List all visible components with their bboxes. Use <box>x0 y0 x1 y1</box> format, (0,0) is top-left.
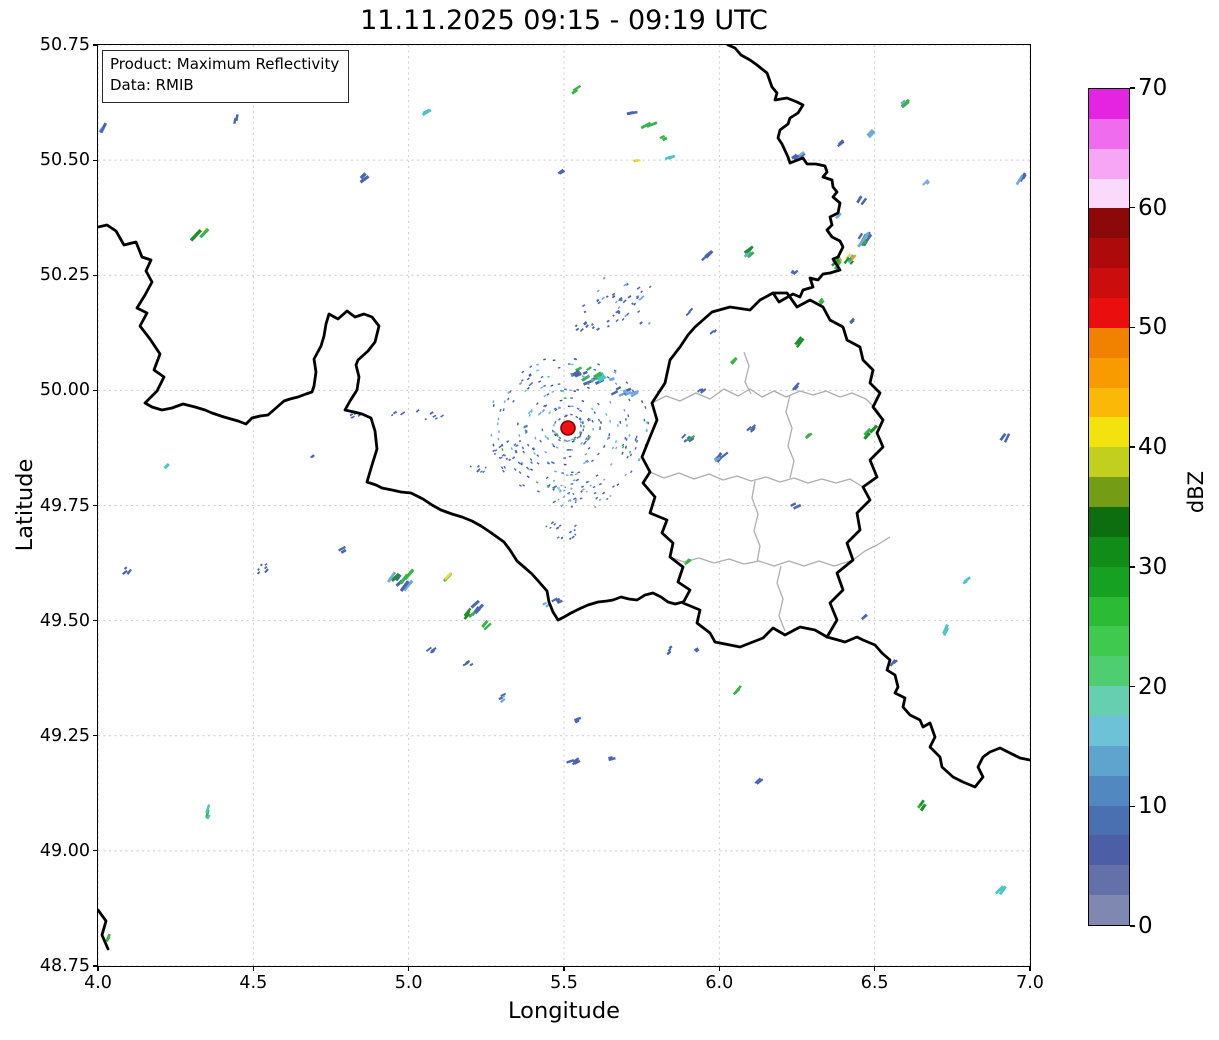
colorbar-tick-mark <box>1130 566 1135 568</box>
colorbar-tick-mark <box>1130 87 1135 89</box>
colorbar-tick-mark <box>1130 685 1135 688</box>
y-tick-mark <box>93 850 98 852</box>
colorbar <box>1088 88 1130 926</box>
colorbar-segment <box>1089 268 1129 299</box>
colorbar-segment <box>1089 805 1129 836</box>
x-tick-mark <box>97 966 99 971</box>
colorbar-segment <box>1089 716 1129 746</box>
map-plot-area <box>97 44 1031 967</box>
x-tick-mark <box>874 966 876 971</box>
colorbar-segment <box>1089 626 1129 657</box>
y-tick-mark <box>93 965 98 967</box>
colorbar-segment <box>1089 865 1129 896</box>
y-tick-mark <box>93 389 98 391</box>
colorbar-segment <box>1089 835 1129 866</box>
y-tick-mark <box>93 274 98 276</box>
colorbar-segment <box>1089 89 1129 119</box>
colorbar-segment <box>1089 686 1129 717</box>
colorbar-tick-label: 70 <box>1138 75 1168 101</box>
y-tick-mark <box>93 735 98 737</box>
product-info-box: Product: Maximum Reflectivity Data: RMIB <box>102 50 350 103</box>
x-axis-title: Longitude <box>508 998 620 1024</box>
colorbar-segment <box>1089 148 1129 179</box>
colorbar-segment <box>1089 327 1129 358</box>
figure-title: 11.11.2025 09:15 - 09:19 UTC <box>360 5 768 36</box>
colorbar-segment <box>1089 118 1129 149</box>
colorbar-tick-mark <box>1130 326 1135 329</box>
y-tick-label: 50.00 <box>39 380 90 401</box>
product-info-line1: Product: Maximum Reflectivity <box>110 55 340 73</box>
colorbar-segment <box>1089 208 1129 239</box>
colorbar-tick-label: 20 <box>1138 673 1168 700</box>
radar-echoes <box>98 84 1027 943</box>
colorbar-tick-label: 30 <box>1138 553 1168 580</box>
y-axis-title: Latitude <box>12 458 38 552</box>
colorbar-tick-mark <box>1130 925 1135 927</box>
colorbar-tick-mark <box>1130 805 1135 807</box>
colorbar-segment <box>1089 357 1129 388</box>
x-tick-label: 4.5 <box>239 973 268 993</box>
colorbar-segment <box>1089 775 1129 806</box>
y-tick-label: 48.75 <box>39 956 90 976</box>
x-tick-mark <box>718 966 720 971</box>
radar-site-marker <box>560 420 576 436</box>
colorbar-segment <box>1089 447 1129 478</box>
y-tick-label: 50.50 <box>39 150 90 171</box>
colorbar-segment <box>1089 178 1129 209</box>
colorbar-segment <box>1089 238 1129 269</box>
y-tick-label: 49.50 <box>39 610 90 631</box>
x-tick-mark <box>1029 966 1031 971</box>
x-tick-label: 6.0 <box>705 973 734 993</box>
x-tick-label: 6.5 <box>860 973 889 993</box>
colorbar-segment <box>1089 745 1129 776</box>
colorbar-tick-label: 60 <box>1138 194 1168 221</box>
colorbar-segment <box>1089 536 1129 567</box>
radar-map-canvas <box>98 45 1030 966</box>
x-tick-label: 5.5 <box>550 973 578 993</box>
colorbar-segment <box>1089 596 1129 627</box>
colorbar-segment <box>1089 477 1129 508</box>
y-tick-label: 50.75 <box>39 35 90 55</box>
x-tick-mark <box>408 966 410 971</box>
x-tick-mark <box>252 966 254 971</box>
colorbar-segment <box>1089 298 1129 328</box>
region-borders <box>649 351 891 632</box>
colorbar-segment <box>1089 895 1129 926</box>
radar-figure: 11.11.2025 09:15 - 09:19 UTC Product: Ma… <box>0 0 1219 1040</box>
gridlines <box>98 45 1030 966</box>
x-tick-label: 5.0 <box>394 973 423 993</box>
y-tick-label: 49.25 <box>39 725 90 746</box>
y-tick-mark <box>93 504 98 507</box>
colorbar-segment <box>1089 507 1129 537</box>
colorbar-tick-label: 10 <box>1138 793 1168 820</box>
colorbar-segment <box>1089 417 1129 448</box>
y-tick-label: 49.00 <box>39 840 90 861</box>
y-tick-label: 50.25 <box>39 265 90 286</box>
colorbar-tick-label: 0 <box>1138 913 1153 939</box>
y-tick-mark <box>93 620 98 622</box>
product-info-line2: Data: RMIB <box>110 76 194 95</box>
colorbar-segment <box>1089 566 1129 597</box>
x-tick-mark <box>563 966 565 971</box>
x-tick-label: 4.0 <box>84 973 112 993</box>
colorbar-tick-mark <box>1130 207 1135 209</box>
y-tick-mark <box>93 159 98 161</box>
colorbar-tick-label: 50 <box>1138 314 1168 341</box>
colorbar-title: dBZ <box>1184 470 1208 514</box>
colorbar-tick-label: 40 <box>1138 434 1168 461</box>
colorbar-segment <box>1089 387 1129 418</box>
colorbar-tick-mark <box>1130 446 1135 448</box>
y-tick-mark <box>93 44 98 46</box>
x-tick-label: 7.0 <box>1016 973 1044 993</box>
colorbar-segment <box>1089 656 1129 687</box>
